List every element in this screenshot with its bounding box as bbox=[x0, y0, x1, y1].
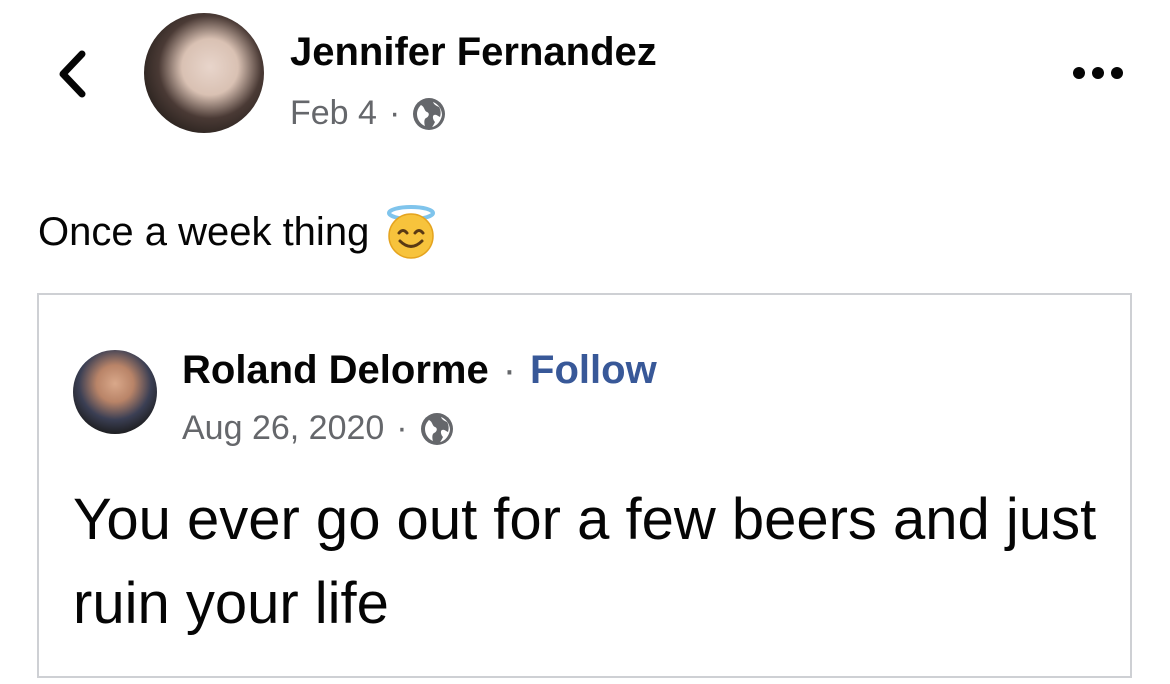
shared-post-date[interactable]: Aug 26, 2020 bbox=[182, 409, 384, 448]
post-text-content: Once a week thing bbox=[38, 209, 370, 254]
shared-author-avatar[interactable] bbox=[73, 350, 157, 434]
shared-post-text: You ever go out for a few beers and just… bbox=[73, 487, 1097, 636]
author-avatar[interactable] bbox=[144, 13, 264, 133]
post-date[interactable]: Feb 4 bbox=[290, 94, 377, 133]
globe-icon bbox=[420, 412, 454, 446]
globe-icon bbox=[412, 97, 446, 131]
more-options-button[interactable] bbox=[1066, 58, 1130, 88]
follow-button[interactable]: Follow bbox=[530, 348, 657, 393]
meta-separator: · bbox=[396, 409, 408, 447]
post-meta: Feb 4 · bbox=[290, 94, 446, 133]
post-text: Once a week thing bbox=[38, 204, 439, 260]
header-separator: · bbox=[502, 348, 517, 392]
shared-post-card[interactable]: Roland Delorme · Follow Aug 26, 2020 · Y… bbox=[37, 293, 1132, 678]
meta-separator: · bbox=[388, 94, 401, 132]
shared-post-header: Roland Delorme · Follow bbox=[182, 348, 657, 393]
smiling-face-with-halo-icon bbox=[383, 204, 439, 260]
ellipsis-icon bbox=[1073, 67, 1123, 79]
chevron-left-icon bbox=[59, 50, 86, 98]
back-button[interactable] bbox=[44, 44, 100, 104]
post-author-name[interactable]: Jennifer Fernandez bbox=[290, 30, 657, 75]
shared-author-name[interactable]: Roland Delorme bbox=[182, 348, 489, 393]
shared-post-meta: Aug 26, 2020 · bbox=[182, 409, 454, 448]
